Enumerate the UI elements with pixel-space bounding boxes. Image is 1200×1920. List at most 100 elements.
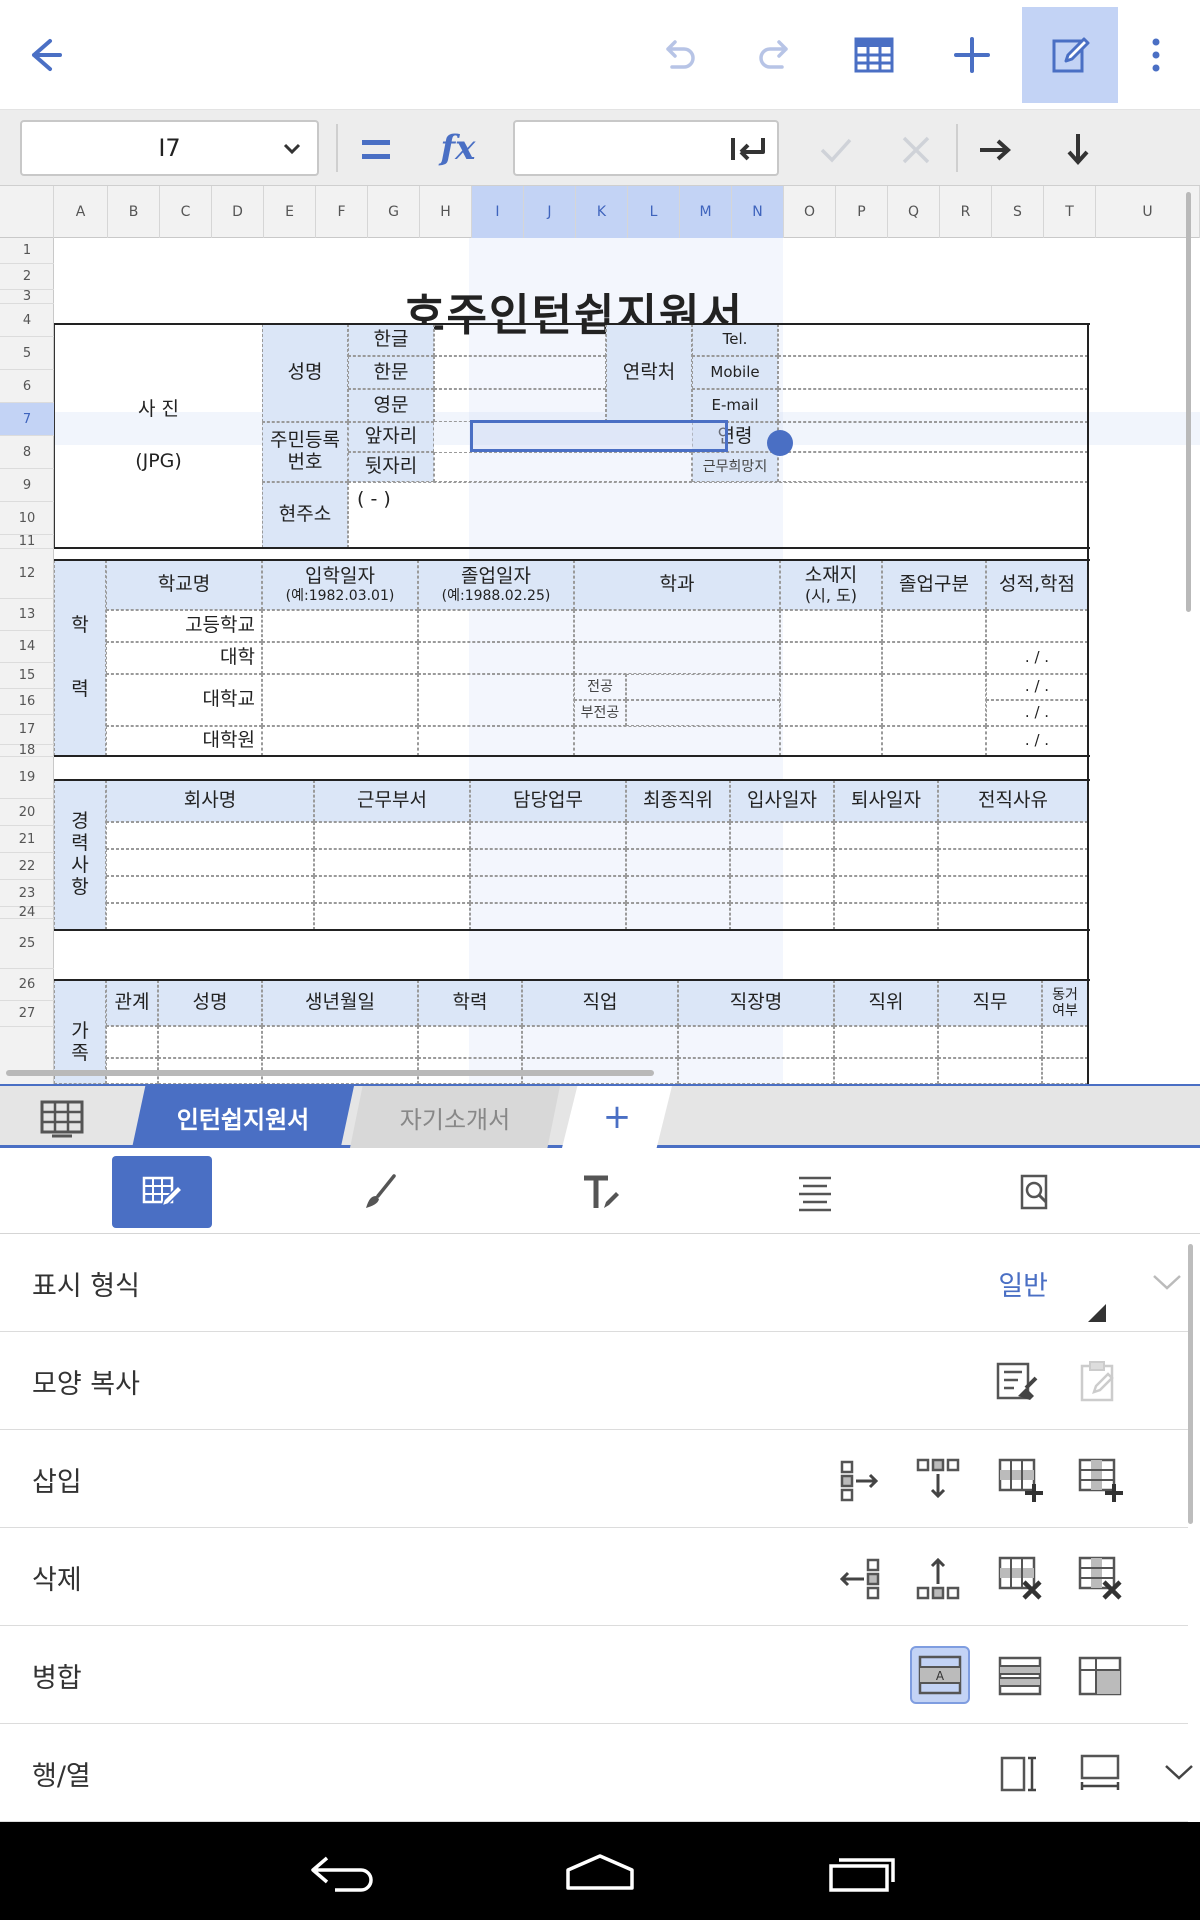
column-header-u[interactable]: U	[1096, 186, 1200, 238]
family-cell[interactable]	[522, 1026, 678, 1058]
family-cell[interactable]	[1042, 1058, 1088, 1084]
sheet-tab-internship[interactable]: 인턴쉽지원서	[132, 1086, 354, 1148]
location-cell[interactable]	[780, 726, 882, 756]
column-header-a[interactable]: A	[54, 186, 108, 238]
row-header-17[interactable]: 17	[0, 715, 54, 745]
row-header-3[interactable]: 3	[0, 289, 54, 304]
family-cell[interactable]	[106, 1026, 158, 1058]
more-button[interactable]	[1108, 7, 1200, 103]
insert-row-button[interactable]	[994, 1454, 1046, 1506]
column-header-i[interactable]: I	[472, 186, 524, 238]
row-height-button[interactable]	[1074, 1748, 1126, 1800]
desired-area-cell[interactable]	[778, 452, 1088, 482]
grades-cell[interactable]: . / .	[986, 726, 1088, 756]
column-header-b[interactable]: B	[108, 186, 160, 238]
row-header-6[interactable]: 6	[0, 370, 54, 403]
delete-column-button[interactable]	[1074, 1552, 1126, 1604]
career-cell[interactable]	[730, 849, 834, 876]
cancel-button[interactable]	[896, 130, 936, 170]
career-cell[interactable]	[470, 849, 626, 876]
hanja-name-cell[interactable]	[434, 356, 606, 389]
merge-across-button[interactable]	[994, 1650, 1046, 1702]
grades-cell[interactable]	[986, 610, 1088, 642]
location-cell[interactable]	[780, 642, 882, 674]
graduation-date-cell[interactable]	[418, 674, 574, 726]
row-header-11[interactable]: 11	[0, 534, 54, 549]
column-header-j[interactable]: J	[524, 186, 576, 238]
career-cell[interactable]	[106, 903, 314, 930]
tab-fill[interactable]	[330, 1156, 430, 1228]
vertical-scrollbar[interactable]	[1186, 192, 1191, 612]
display-format-row[interactable]: 표시 형식 일반	[0, 1234, 1188, 1332]
entry-date-cell[interactable]	[262, 610, 418, 642]
delete-cell-up-button[interactable]	[912, 1552, 964, 1604]
career-cell[interactable]	[106, 876, 314, 903]
career-cell[interactable]	[106, 849, 314, 876]
column-header-c[interactable]: C	[160, 186, 212, 238]
tab-alignment[interactable]	[765, 1156, 865, 1228]
delete-row-button[interactable]	[994, 1552, 1046, 1604]
career-cell[interactable]	[938, 876, 1088, 903]
add-sheet-button[interactable]: +	[562, 1086, 672, 1148]
row-header-19[interactable]: 19	[0, 757, 54, 799]
cell-reference-box[interactable]: I7	[20, 120, 319, 176]
back-button[interactable]	[0, 7, 96, 103]
graduation-type-cell[interactable]	[882, 674, 986, 726]
active-cell-I7[interactable]	[470, 420, 728, 452]
family-cell[interactable]	[418, 1026, 522, 1058]
entry-date-cell[interactable]	[262, 674, 418, 726]
career-cell[interactable]	[314, 876, 470, 903]
formula-input[interactable]	[513, 120, 779, 176]
career-cell[interactable]	[470, 876, 626, 903]
nav-home-button[interactable]	[555, 1842, 645, 1902]
chevron-down-icon[interactable]	[1162, 1760, 1196, 1784]
nav-recent-button[interactable]	[818, 1842, 908, 1902]
graduation-type-cell[interactable]	[882, 726, 986, 756]
family-cell[interactable]	[158, 1026, 262, 1058]
tab-text-format[interactable]	[550, 1156, 650, 1228]
family-cell[interactable]	[678, 1026, 834, 1058]
column-header-m[interactable]: M	[680, 186, 732, 238]
address-cell[interactable]: ( - )	[348, 482, 1088, 548]
graduation-date-cell[interactable]	[418, 726, 574, 756]
chevron-down-icon[interactable]	[1150, 1270, 1184, 1294]
merge-center-button[interactable]: A	[910, 1646, 970, 1704]
major-cell[interactable]	[626, 674, 780, 700]
row-column-row[interactable]: 행/열	[0, 1724, 1193, 1822]
column-header-q[interactable]: Q	[888, 186, 940, 238]
career-cell[interactable]	[626, 903, 730, 930]
column-header-n[interactable]: N	[732, 186, 784, 238]
family-cell[interactable]	[938, 1058, 1042, 1084]
undo-button[interactable]	[630, 7, 726, 103]
row-header-20[interactable]: 20	[0, 799, 54, 826]
spreadsheet-grid[interactable]: ABCDEFGHIJKLMNOPQRSTU 1 2 3 4 5 6 7 8 9 10 11 12 13 1…	[0, 186, 1200, 1084]
row-header-4[interactable]: 4	[0, 304, 54, 337]
table-button[interactable]	[826, 7, 922, 103]
column-header-p[interactable]: P	[836, 186, 888, 238]
row-header-7[interactable]: 7	[0, 403, 54, 436]
photo-cell[interactable]: 사 진 (JPG)	[54, 324, 262, 548]
column-header-g[interactable]: G	[368, 186, 420, 238]
column-header-r[interactable]: R	[940, 186, 992, 238]
confirm-button[interactable]	[816, 130, 856, 170]
column-header-s[interactable]: S	[992, 186, 1044, 238]
tab-cell-format[interactable]	[112, 1156, 212, 1228]
career-cell[interactable]	[470, 903, 626, 930]
graduation-type-cell[interactable]	[882, 642, 986, 674]
location-cell[interactable]	[780, 610, 882, 642]
redo-button[interactable]	[728, 7, 824, 103]
unmerge-button[interactable]	[1074, 1650, 1126, 1702]
graduation-type-cell[interactable]	[882, 610, 986, 642]
row-header-25[interactable]: 25	[0, 919, 54, 969]
row-header-16[interactable]: 16	[0, 689, 54, 715]
tel-cell[interactable]	[778, 324, 1088, 356]
column-header-o[interactable]: O	[784, 186, 836, 238]
english-name-cell[interactable]	[434, 389, 606, 422]
copy-format-button[interactable]	[990, 1356, 1042, 1408]
grades-cell[interactable]: . / .	[986, 700, 1088, 726]
career-cell[interactable]	[834, 849, 938, 876]
insert-cell-down-button[interactable]	[912, 1454, 964, 1506]
column-header-d[interactable]: D	[212, 186, 264, 238]
horizontal-scrollbar[interactable]	[6, 1070, 654, 1076]
family-cell[interactable]	[262, 1026, 418, 1058]
